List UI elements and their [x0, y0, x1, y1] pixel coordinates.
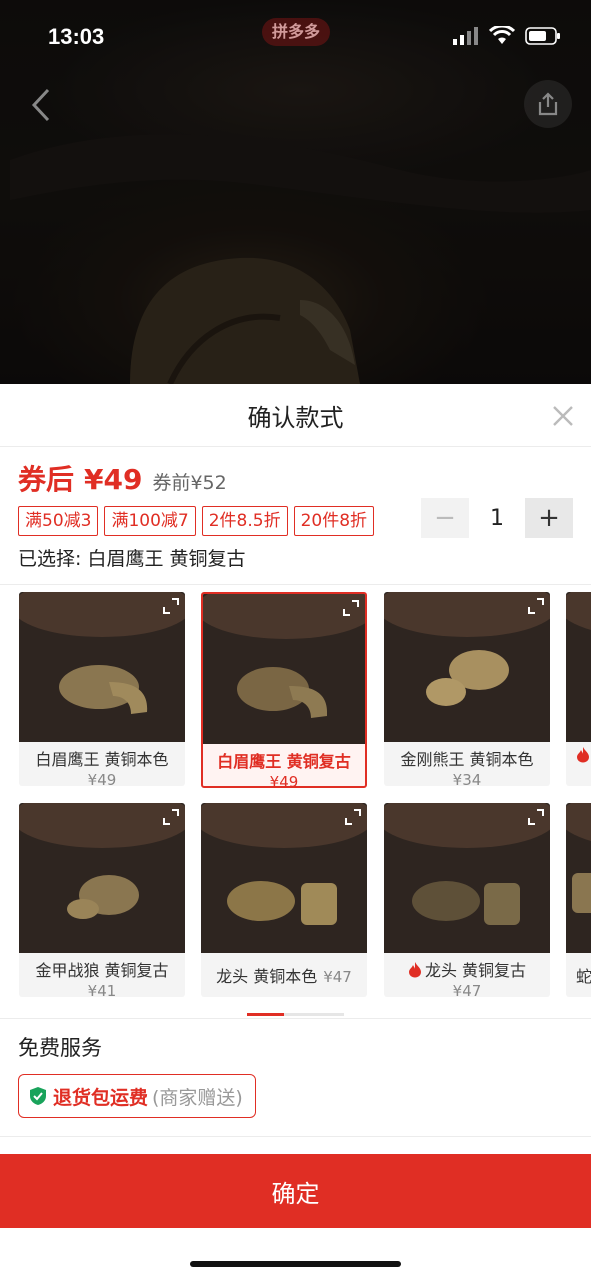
- variant-thumbnail: [19, 803, 185, 953]
- close-icon: [553, 406, 573, 426]
- variant-grid: 白眉鹰王 黄铜本色 ¥49 白眉鹰王 黄铜复古 ¥49 金刚熊王 黄铜本色 ¥3…: [0, 586, 591, 1006]
- expand-icon[interactable]: [161, 596, 181, 616]
- price-label: 券后: [18, 463, 75, 496]
- variant-thumbnail: [566, 803, 591, 953]
- close-button[interactable]: [551, 404, 575, 428]
- variant-price: ¥34: [452, 771, 482, 786]
- coupon-list: 满50减3 满100减7 2件8.5折 20件8折: [18, 506, 375, 536]
- variant-sheet: 确认款式 券后 ¥49 券前¥52 满50减3 满100减7 2件8.5折 20…: [0, 384, 591, 1280]
- variant-thumbnail: [566, 592, 591, 742]
- coupon-tag[interactable]: 20件8折: [293, 506, 375, 536]
- quantity-increase-button[interactable]: +: [525, 498, 573, 538]
- variant-label: 金刚熊王 黄铜本色: [400, 750, 534, 769]
- coupon-tag[interactable]: 满100减7: [104, 506, 196, 536]
- signal-icon: [453, 27, 478, 45]
- variant-card[interactable]: 龙头 黄铜复古 ¥47: [384, 803, 550, 997]
- variant-label: 蛇: [576, 967, 591, 986]
- service-title: 免费服务: [18, 1036, 102, 1060]
- selected-variant-text: 已选择: 白眉鹰王 黄铜复古: [18, 548, 246, 570]
- divider: [0, 1018, 591, 1019]
- price-value: ¥49: [84, 463, 143, 496]
- flame-icon: [408, 962, 421, 978]
- expand-icon[interactable]: [526, 807, 546, 827]
- service-name: 退货包运费: [53, 1086, 149, 1109]
- quantity-value[interactable]: 1: [469, 506, 525, 531]
- scroll-indicator-thumb: [247, 1013, 284, 1016]
- variant-card[interactable]: 龙头 黄铜本色 ¥47: [201, 803, 367, 997]
- product-photo-background: 13:03 拼多多: [0, 0, 591, 384]
- status-icons: [453, 26, 561, 46]
- variant-thumbnail: [203, 594, 365, 744]
- expand-icon[interactable]: [341, 598, 361, 618]
- variant-price: ¥49: [269, 773, 299, 788]
- expand-icon[interactable]: [526, 596, 546, 616]
- wifi-icon: [489, 26, 515, 44]
- variant-label: 金甲战狼 黄铜复古: [35, 961, 169, 980]
- return-shipping-service[interactable]: 退货包运费 (商家赠送): [18, 1074, 256, 1118]
- variant-label: 白眉鹰王 黄铜本色: [35, 750, 169, 769]
- back-icon: [31, 88, 50, 122]
- share-button[interactable]: [524, 80, 572, 128]
- divider: [0, 446, 591, 447]
- variant-price: ¥47: [323, 968, 352, 986]
- coupon-tag[interactable]: 满50减3: [18, 506, 99, 536]
- divider: [0, 1136, 591, 1137]
- variant-card[interactable]: 白眉鹰王 黄铜本色 ¥49: [19, 592, 185, 786]
- variant-thumbnail: [384, 803, 550, 953]
- quantity-decrease-button[interactable]: −: [421, 498, 469, 538]
- back-button[interactable]: [28, 86, 56, 124]
- variant-thumbnail: [384, 592, 550, 742]
- status-time: 13:03: [48, 24, 105, 49]
- variant-card-selected[interactable]: 白眉鹰王 黄铜复古 ¥49: [201, 592, 367, 788]
- price-before-coupon: 券前¥52: [152, 472, 227, 494]
- price-row: 券后 ¥49 券前¥52: [18, 458, 227, 498]
- quantity-stepper: − 1 +: [421, 498, 573, 538]
- variant-thumbnail: [201, 803, 367, 953]
- battery-icon: [525, 27, 560, 45]
- expand-icon[interactable]: [343, 807, 363, 827]
- shield-check-icon: [30, 1087, 46, 1105]
- home-indicator[interactable]: [190, 1261, 401, 1267]
- variant-thumbnail: [19, 592, 185, 742]
- variant-label: 龙头 黄铜本色: [216, 967, 318, 986]
- variant-price: ¥47: [452, 982, 482, 997]
- app-badge: 拼多多: [262, 18, 330, 46]
- variant-label: 龙头 黄铜复古: [384, 957, 550, 981]
- variant-card[interactable]: 金甲战狼 黄铜复古 ¥41: [19, 803, 185, 997]
- service-note: (商家赠送): [152, 1086, 243, 1109]
- variant-price: ¥49: [87, 771, 117, 786]
- share-icon: [538, 92, 558, 116]
- divider: [0, 584, 591, 585]
- variant-card-partial[interactable]: 蛇: [566, 803, 591, 997]
- variant-label-text: 龙头 黄铜复古: [424, 961, 527, 980]
- coupon-tag[interactable]: 2件8.5折: [201, 506, 288, 536]
- expand-icon[interactable]: [161, 807, 181, 827]
- variant-label: [566, 746, 591, 765]
- variant-card[interactable]: 金刚熊王 黄铜本色 ¥34: [384, 592, 550, 786]
- confirm-button[interactable]: 确定: [0, 1154, 591, 1228]
- variant-label-row: 龙头 黄铜本色 ¥47: [201, 963, 367, 987]
- sheet-title: 确认款式: [247, 404, 344, 432]
- variant-label: 白眉鹰王 黄铜复古: [217, 752, 351, 771]
- flame-icon: [577, 747, 589, 763]
- variant-card-partial[interactable]: [566, 592, 591, 786]
- status-bar: 13:03 拼多多: [0, 0, 591, 76]
- variant-scroll-indicator: [247, 1013, 344, 1016]
- variant-price: ¥41: [87, 982, 117, 997]
